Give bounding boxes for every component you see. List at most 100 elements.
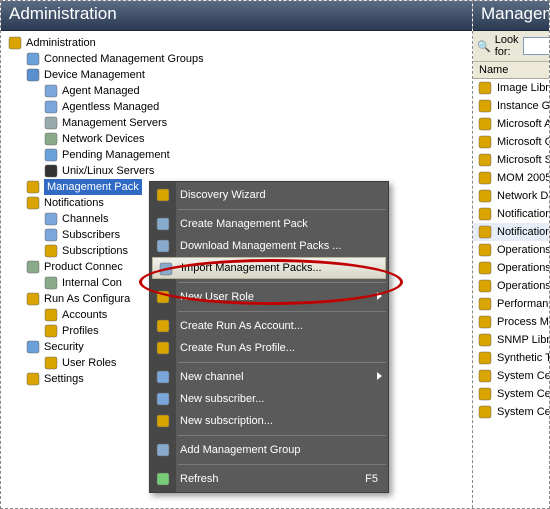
- mp-pane-title: Managemen: [473, 1, 549, 31]
- list-item[interactable]: SNMP Library: [473, 331, 549, 349]
- admin-pane-title: Administration: [1, 1, 472, 31]
- menu-item[interactable]: Create Run As Profile...: [150, 337, 388, 359]
- server-icon: [43, 115, 59, 131]
- management-pack-icon: [477, 80, 493, 96]
- list-item[interactable]: Microsoft Generic: [473, 133, 549, 151]
- tree-item-label: Subscribers: [62, 227, 120, 243]
- management-packs-pane: Managemen 🔍 Look for: Name Image Library…: [473, 1, 549, 508]
- management-pack-icon: [477, 152, 493, 168]
- list-item[interactable]: Synthetic Transa: [473, 349, 549, 367]
- bell-icon: [25, 195, 41, 211]
- menu-item[interactable]: Import Management Packs...: [152, 257, 386, 279]
- menu-item[interactable]: New User Role: [150, 286, 388, 308]
- import-icon: [158, 261, 174, 277]
- list-item[interactable]: System Center C: [473, 367, 549, 385]
- plug-icon: [43, 275, 59, 291]
- management-pack-icon: [477, 296, 493, 312]
- menu-item[interactable]: New subscription...: [150, 410, 388, 432]
- tree-item[interactable]: Agent Managed: [7, 83, 472, 99]
- list-item[interactable]: Operations Mana: [473, 277, 549, 295]
- list-item-label: System Center I: [497, 406, 549, 418]
- menu-item[interactable]: Create Run As Account...: [150, 315, 388, 337]
- list-item[interactable]: Performance Libr: [473, 295, 549, 313]
- menu-item[interactable]: New subscriber...: [150, 388, 388, 410]
- shield-icon: [25, 339, 41, 355]
- gear-icon: [25, 371, 41, 387]
- clock-icon: [43, 147, 59, 163]
- list-item[interactable]: Notifications Libr: [473, 223, 549, 241]
- menu-item[interactable]: Add Management Group: [150, 439, 388, 461]
- tree-item-label: Internal Con: [62, 275, 122, 291]
- tree-item[interactable]: Unix/Linux Servers: [7, 163, 472, 179]
- menu-item-label: Create Run As Profile...: [180, 342, 295, 354]
- channel-icon: [43, 211, 59, 227]
- new-icon: [155, 216, 171, 232]
- search-icon: 🔍: [477, 40, 491, 53]
- management-pack-list[interactable]: Image Library (WInstance Group LMicrosof…: [473, 79, 549, 508]
- channel-icon: [155, 369, 171, 385]
- list-item[interactable]: Microsoft Audit C: [473, 115, 549, 133]
- menu-item-label: New subscription...: [180, 415, 273, 427]
- tree-item-label: Management Pack: [44, 179, 142, 195]
- management-pack-icon: [477, 386, 493, 402]
- profile-icon: [155, 340, 171, 356]
- menu-item-label: Download Management Packs ...: [180, 240, 341, 252]
- list-item-label: System Center C: [497, 388, 549, 400]
- list-item[interactable]: Instance Group L: [473, 97, 549, 115]
- monitor-icon: [25, 67, 41, 83]
- list-item-label: Image Library (W: [497, 82, 549, 94]
- menu-item-label: Add Management Group: [180, 444, 300, 456]
- menu-item-label: Import Management Packs...: [181, 262, 322, 274]
- list-item[interactable]: Operations Mana: [473, 241, 549, 259]
- tree-item[interactable]: Administration: [7, 35, 472, 51]
- tree-item[interactable]: Pending Management: [7, 147, 472, 163]
- list-item-label: Microsoft System: [497, 154, 549, 166]
- menu-item[interactable]: New channel: [150, 366, 388, 388]
- list-item[interactable]: System Center C: [473, 385, 549, 403]
- menu-separator: [178, 464, 386, 465]
- list-item-label: Notifications Libr: [497, 226, 549, 238]
- list-item[interactable]: Microsoft System: [473, 151, 549, 169]
- list-item-label: Process Monitorin: [497, 316, 549, 328]
- menu-item[interactable]: Create Management Pack: [150, 213, 388, 235]
- tree-item-label: Agentless Managed: [62, 99, 159, 115]
- tree-item[interactable]: Network Devices: [7, 131, 472, 147]
- context-menu[interactable]: Discovery Wizard Create Management Pack Do…: [149, 181, 389, 493]
- profile-icon: [43, 323, 59, 339]
- list-item-label: Microsoft Generic: [497, 136, 549, 148]
- down-icon: [155, 238, 171, 254]
- list-item[interactable]: System Center I: [473, 403, 549, 421]
- tree-item[interactable]: Agentless Managed: [7, 99, 472, 115]
- look-for-label: Look for:: [495, 34, 519, 58]
- column-header-name[interactable]: Name: [473, 62, 549, 79]
- wizard-icon: [155, 187, 171, 203]
- menu-separator: [178, 311, 386, 312]
- tree-item[interactable]: Connected Management Groups: [7, 51, 472, 67]
- list-item[interactable]: Network Device L: [473, 187, 549, 205]
- menu-item[interactable]: RefreshF5: [150, 468, 388, 490]
- tree-item-label: Agent Managed: [62, 83, 140, 99]
- management-pack-icon: [477, 206, 493, 222]
- list-item-label: Synthetic Transa: [497, 352, 549, 364]
- list-item[interactable]: Operations Mana: [473, 259, 549, 277]
- tree-item-label: Notifications: [44, 195, 104, 211]
- menu-item-label: Create Run As Account...: [180, 320, 303, 332]
- management-pack-icon: [477, 368, 493, 384]
- tree-item[interactable]: Device Management: [7, 67, 472, 83]
- management-pack-icon: [477, 332, 493, 348]
- plug-icon: [25, 259, 41, 275]
- list-item-label: Performance Libr: [497, 298, 549, 310]
- tree-item-label: Administration: [26, 35, 96, 51]
- tree-item-label: Device Management: [44, 67, 145, 83]
- list-item[interactable]: Image Library (W: [473, 79, 549, 97]
- look-for-input[interactable]: [523, 37, 549, 55]
- management-pack-icon: [477, 188, 493, 204]
- menu-item[interactable]: Discovery Wizard: [150, 184, 388, 206]
- menu-item[interactable]: Download Management Packs ...: [150, 235, 388, 257]
- list-item[interactable]: MOM 2005 Backw: [473, 169, 549, 187]
- list-item[interactable]: Notifications Inte: [473, 205, 549, 223]
- tree-item[interactable]: Management Servers: [7, 115, 472, 131]
- agent-icon: [43, 99, 59, 115]
- list-item[interactable]: Process Monitorin: [473, 313, 549, 331]
- tree-item-label: Settings: [44, 371, 84, 387]
